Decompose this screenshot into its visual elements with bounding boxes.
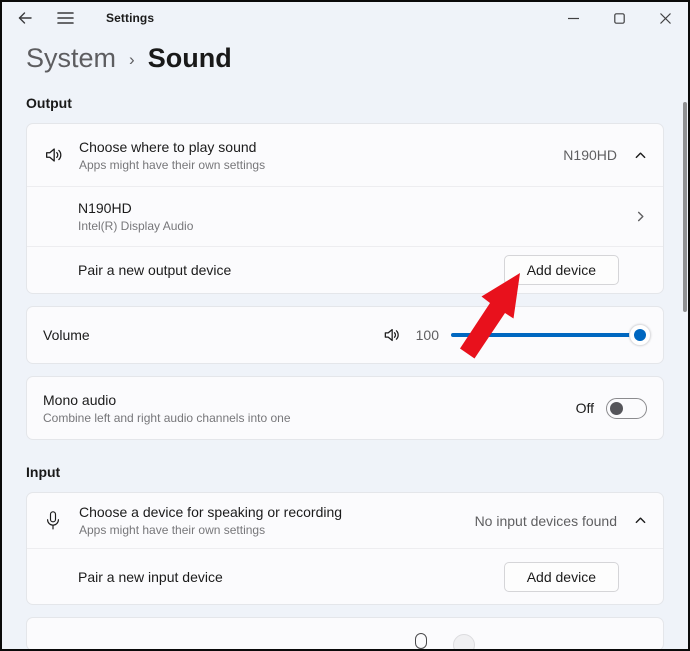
speaker-icon <box>43 144 65 166</box>
volume-slider-track <box>451 333 637 337</box>
navigation-menu-button[interactable] <box>56 9 74 27</box>
mono-audio-subtitle: Combine left and right audio channels in… <box>43 411 291 425</box>
pair-input-label: Pair a new input device <box>78 569 223 585</box>
choose-input-title: Choose a device for speaking or recordin… <box>79 504 342 520</box>
choose-play-device-row[interactable]: Choose where to play sound Apps might ha… <box>27 124 663 186</box>
settings-window: Settings System › Sound Output <box>0 0 690 651</box>
partial-control <box>453 634 475 651</box>
close-button[interactable] <box>642 2 688 34</box>
app-title: Settings <box>106 11 154 25</box>
minimize-icon <box>568 13 579 24</box>
titlebar: Settings <box>2 2 688 34</box>
vertical-scrollbar[interactable] <box>683 102 687 312</box>
breadcrumb-separator-icon: › <box>129 50 135 70</box>
choose-input-device-row[interactable]: Choose a device for speaking or recordin… <box>27 493 663 548</box>
mono-audio-row: Mono audio Combine left and right audio … <box>27 377 663 439</box>
input-section-header: Input <box>26 464 664 480</box>
volume-card: Volume 100 <box>26 306 664 364</box>
device-name: N190HD <box>78 200 193 216</box>
partial-next-card <box>26 617 664 651</box>
pair-output-row: Pair a new output device Add device <box>27 246 663 293</box>
add-input-device-button[interactable]: Add device <box>504 562 619 592</box>
maximize-icon <box>614 13 625 24</box>
minimize-button[interactable] <box>550 2 596 34</box>
output-device-detail-row[interactable]: N190HD Intel(R) Display Audio <box>27 186 663 246</box>
pair-output-label: Pair a new output device <box>78 262 231 278</box>
volume-label: Volume <box>43 327 90 343</box>
chevron-up-icon <box>634 149 647 162</box>
window-controls <box>550 2 688 34</box>
output-section-header: Output <box>26 95 664 111</box>
volume-value: 100 <box>413 327 439 343</box>
choose-play-title: Choose where to play sound <box>79 139 265 155</box>
device-driver: Intel(R) Display Audio <box>78 219 193 233</box>
output-device-card: Choose where to play sound Apps might ha… <box>26 123 664 294</box>
hamburger-icon <box>57 11 74 25</box>
chevron-right-icon <box>634 210 647 223</box>
toggle-knob <box>610 402 623 415</box>
breadcrumb-system[interactable]: System <box>26 43 116 74</box>
close-icon <box>660 13 671 24</box>
volume-slider[interactable] <box>451 324 647 346</box>
mono-audio-card: Mono audio Combine left and right audio … <box>26 376 664 440</box>
page-title: Sound <box>148 43 232 74</box>
volume-speaker-icon[interactable] <box>382 325 402 345</box>
input-device-status: No input devices found <box>475 513 617 529</box>
mono-toggle-state: Off <box>576 400 594 416</box>
selected-output-device: N190HD <box>563 147 617 163</box>
partial-icon <box>415 633 427 649</box>
chevron-up-icon <box>634 514 647 527</box>
breadcrumb: System › Sound <box>26 43 664 74</box>
mono-audio-toggle[interactable] <box>606 398 647 419</box>
choose-input-subtitle: Apps might have their own settings <box>79 523 342 537</box>
volume-row: Volume 100 <box>27 307 663 363</box>
microphone-icon <box>43 510 63 532</box>
volume-slider-thumb[interactable] <box>629 324 651 346</box>
choose-play-subtitle: Apps might have their own settings <box>79 158 265 172</box>
mono-audio-title: Mono audio <box>43 392 291 408</box>
maximize-button[interactable] <box>596 2 642 34</box>
input-device-card: Choose a device for speaking or recordin… <box>26 492 664 605</box>
back-button[interactable] <box>16 9 34 27</box>
back-arrow-icon <box>17 10 33 26</box>
add-output-device-button[interactable]: Add device <box>504 255 619 285</box>
pair-input-row: Pair a new input device Add device <box>27 548 663 604</box>
